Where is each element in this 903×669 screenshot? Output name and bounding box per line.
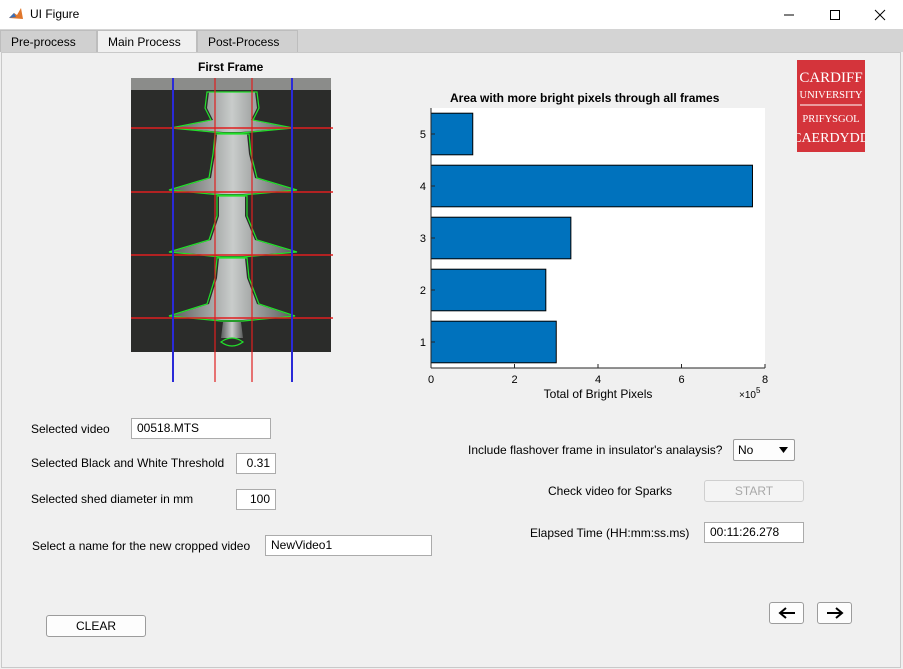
x-tick-label: 4 <box>595 374 601 386</box>
bar <box>430 216 572 260</box>
tab-label: Main Process <box>108 35 181 49</box>
bar <box>430 320 557 364</box>
x-tick-label: 8 <box>762 374 768 386</box>
video-name-label: Select a name for the new cropped video <box>32 539 251 553</box>
minimize-icon <box>784 14 794 15</box>
flashover-dropdown-value: No <box>738 443 754 457</box>
x-tick-label: 2 <box>511 374 517 386</box>
svg-text:UNIVERSITY: UNIVERSITY <box>800 90 863 101</box>
elapsed-time-label: Elapsed Time (HH:mm:ss.ms) <box>530 526 690 540</box>
minimize-button[interactable] <box>766 0 812 29</box>
x-exponent-power: 5 <box>756 386 761 395</box>
y-tick-label: 3 <box>420 233 426 245</box>
svg-text:CAERDYDD: CAERDYDD <box>797 131 865 146</box>
arrow-left-icon <box>777 607 795 619</box>
tab-label: Post-Process <box>208 34 280 49</box>
x-tick-label: 0 <box>428 374 434 386</box>
svg-text:CARDIFF: CARDIFF <box>799 70 862 86</box>
y-tick-label: 4 <box>420 181 426 193</box>
y-tick-label: 2 <box>420 285 426 297</box>
tab-post-process[interactable]: Post-Process <box>197 30 298 52</box>
elapsed-time-field: 00:11:26.278 <box>704 522 804 543</box>
threshold-label: Selected Black and White Threshold <box>31 456 225 470</box>
threshold-field[interactable]: 0.31 <box>236 453 276 474</box>
shed-diameter-label: Selected shed diameter in mm <box>31 492 194 506</box>
svg-text:PRIFYSGOL: PRIFYSGOL <box>802 114 859 125</box>
close-button[interactable] <box>857 0 903 29</box>
shed-diameter-field[interactable]: 100 <box>236 489 276 510</box>
chevron-down-icon <box>779 447 788 453</box>
matlab-icon <box>8 6 24 22</box>
bright-pixels-bar-chart: 123450 2 4 6 8Total of Bright Pixels ×10 5 <box>420 108 768 401</box>
video-name-input[interactable]: NewVideo1 <box>265 535 432 556</box>
clear-button[interactable]: CLEAR <box>46 615 146 637</box>
x-axis-label: Total of Bright Pixels <box>544 387 653 401</box>
window-titlebar: UI Figure <box>0 0 903 29</box>
maximize-button[interactable] <box>812 0 858 29</box>
y-tick-label: 1 <box>420 337 426 349</box>
close-icon <box>874 9 886 20</box>
first-frame-image <box>131 78 333 382</box>
x-tick-label: 6 <box>678 374 684 386</box>
forward-button[interactable] <box>817 602 852 624</box>
image-title: First Frame <box>198 60 264 74</box>
start-button[interactable]: START <box>704 480 804 502</box>
chart-title: Area with more bright pixels through all… <box>450 91 720 105</box>
cardiff-university-logo: CARDIFF UNIVERSITY PRIFYSGOL CAERDYDD <box>797 60 865 152</box>
tab-main-process[interactable]: Main Process <box>97 30 197 53</box>
back-button[interactable] <box>769 602 804 624</box>
arrow-right-icon <box>826 607 844 619</box>
selected-video-field[interactable]: 00518.MTS <box>131 418 271 439</box>
sparks-label: Check video for Sparks <box>548 484 673 498</box>
maximize-icon <box>830 9 840 20</box>
bar <box>430 112 474 156</box>
flashover-dropdown[interactable]: No <box>733 439 795 461</box>
y-tick-label: 5 <box>420 129 426 141</box>
tab-pre-process[interactable]: Pre-process <box>0 30 97 52</box>
bar <box>430 268 547 312</box>
bar <box>430 164 753 208</box>
tab-label: Pre-process <box>11 34 76 49</box>
selected-video-label: Selected video <box>31 422 110 436</box>
window-title: UI Figure <box>30 7 80 21</box>
x-exponent-label: ×10 <box>739 390 756 401</box>
flashover-label: Include flashover frame in insulator's a… <box>468 443 723 457</box>
